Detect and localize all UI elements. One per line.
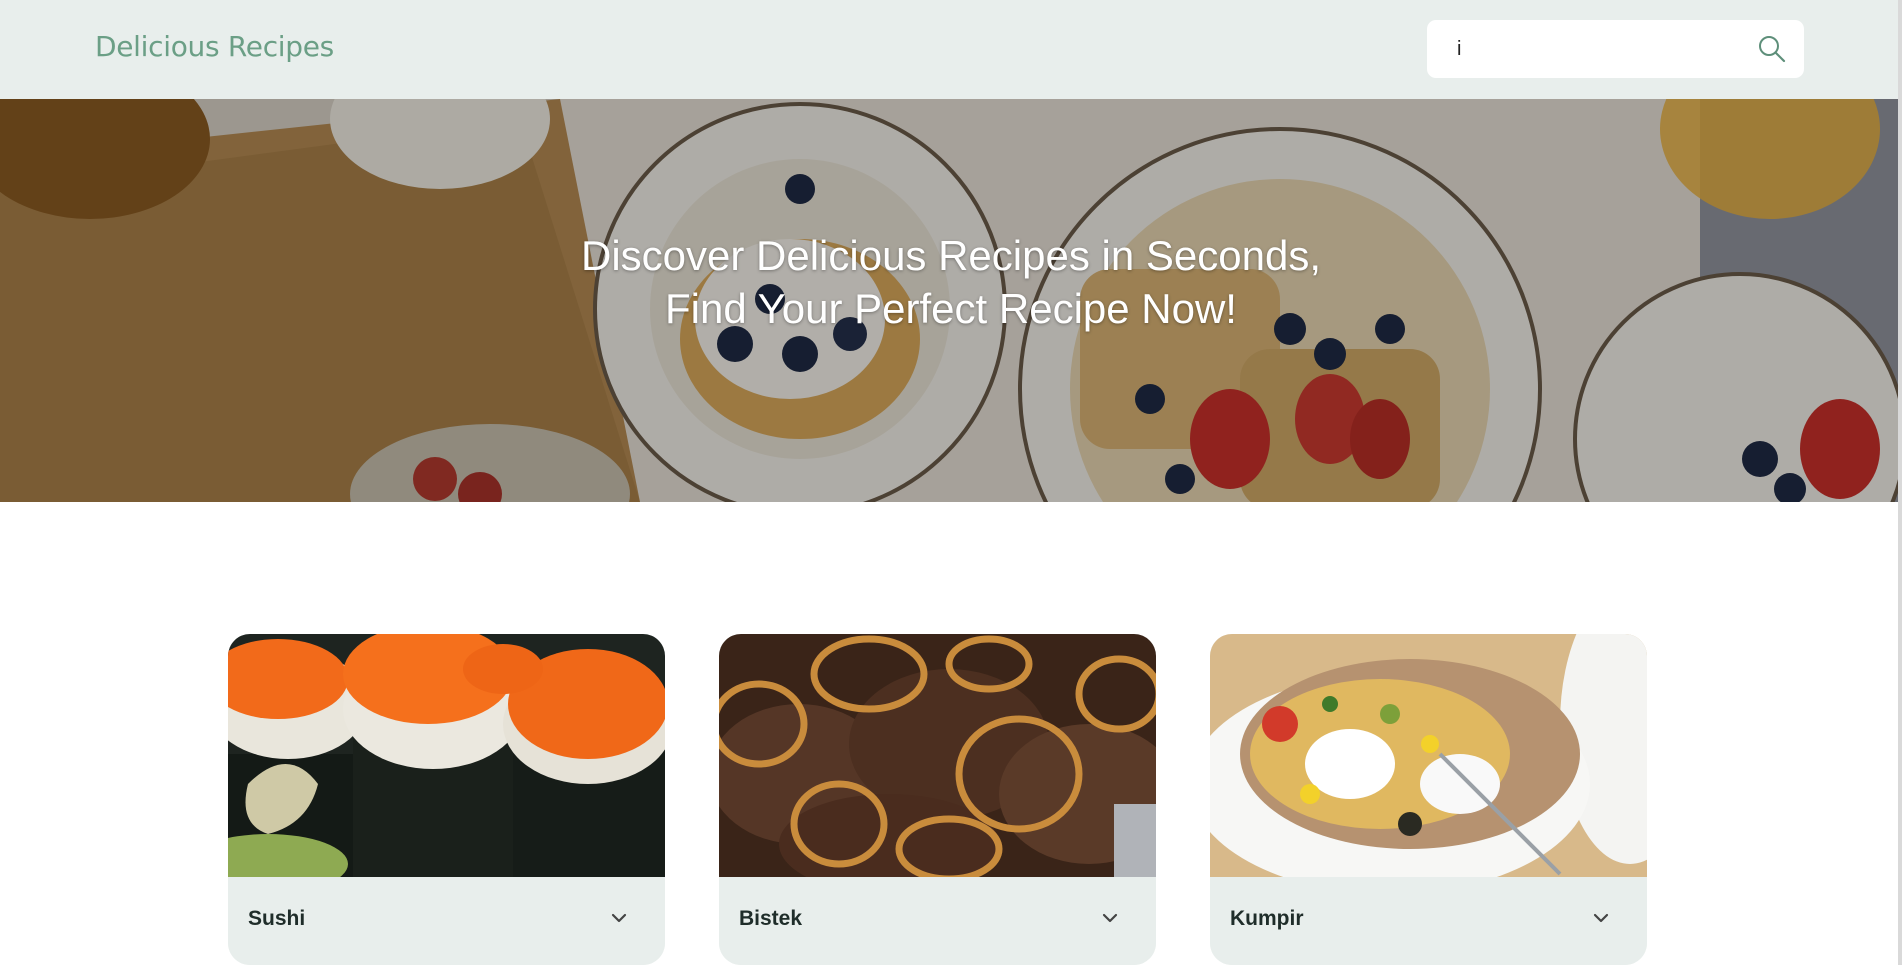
recipe-card-kumpir[interactable]: Kumpir [1210,634,1647,965]
recipe-image-kumpir [1210,634,1647,877]
recipe-card-sushi[interactable]: Sushi [228,634,665,965]
hero-headline-line-1: Discover Delicious Recipes in Seconds, [581,232,1321,279]
recipe-title: Sushi [248,907,306,930]
chevron-down-icon[interactable] [606,905,632,931]
recipe-card-bistek[interactable]: Bistek [719,634,1156,965]
recipe-title: Kumpir [1230,907,1304,930]
search-input[interactable] [1457,32,1757,66]
recipe-image-bistek [719,634,1156,877]
recipe-title: Bistek [739,907,803,930]
search-box[interactable] [1427,20,1804,78]
hero-headline: Discover Delicious Recipes in Seconds, F… [0,229,1902,335]
brand-logo-text[interactable]: Delicious Recipes [95,30,334,63]
page-scrollbar[interactable] [1898,0,1902,965]
card-footer[interactable]: Kumpir [1210,877,1647,965]
search-icon[interactable] [1757,34,1787,64]
card-footer[interactable]: Bistek [719,877,1156,965]
hero-headline-line-2: Find Your Perfect Recipe Now! [665,285,1237,332]
site-header: Delicious Recipes [0,0,1902,99]
hero-banner: Discover Delicious Recipes in Seconds, F… [0,99,1902,502]
recipe-image-sushi [228,634,665,877]
card-footer[interactable]: Sushi [228,877,665,965]
chevron-down-icon[interactable] [1588,905,1614,931]
chevron-down-icon[interactable] [1097,905,1123,931]
